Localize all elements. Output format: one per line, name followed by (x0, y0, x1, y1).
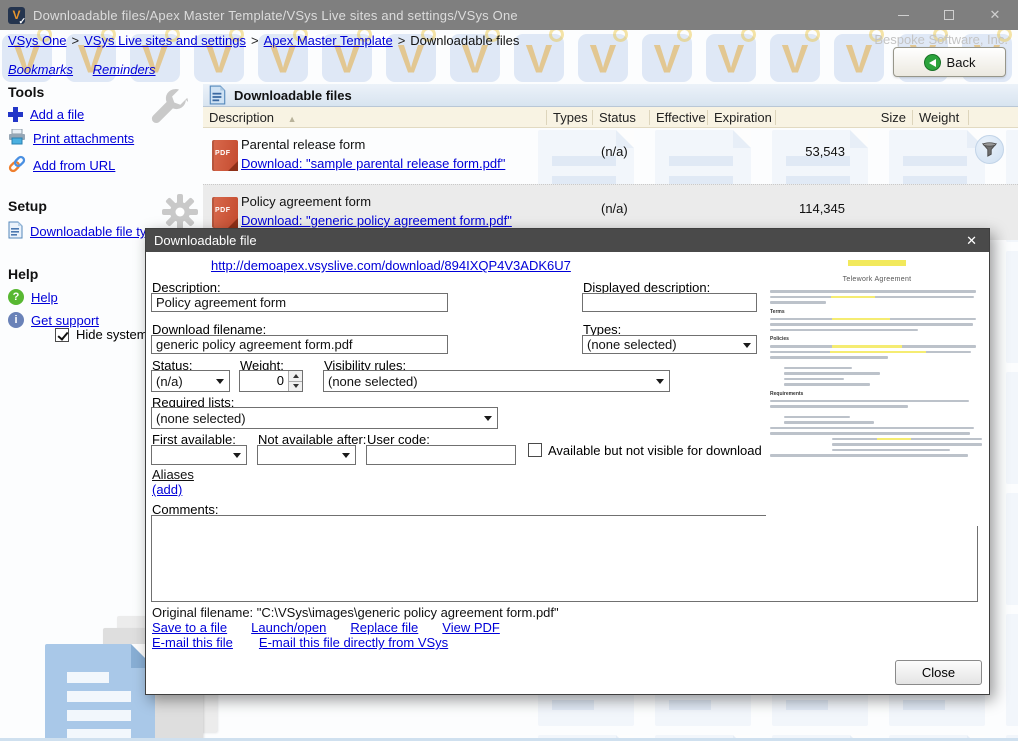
file-size: 53,543 (703, 144, 845, 159)
comments-textarea[interactable] (151, 515, 978, 602)
panel-document-icon (209, 85, 226, 105)
replace-file-link[interactable]: Replace file (350, 620, 418, 635)
dialog-title: Downloadable file (154, 233, 257, 248)
types-dropdown[interactable]: (none selected) (582, 335, 757, 354)
file-download-link[interactable]: Download: "generic policy agreement form… (241, 213, 512, 228)
vsys-logo-icon: V ✓ (8, 7, 25, 24)
help-icon: ? (8, 289, 24, 305)
column-weight[interactable]: Weight (913, 110, 969, 125)
visibility-rules-dropdown[interactable]: (none selected) (323, 370, 670, 392)
breadcrumb: VSys One>VSys Live sites and settings>Ap… (8, 33, 519, 48)
dropdown-arrow-icon (216, 379, 224, 384)
pdf-file-icon: PDF (212, 197, 238, 228)
download-url-link[interactable]: http://demoapex.vsyslive.com/download/89… (211, 258, 571, 273)
panel-title: Downloadable files (234, 88, 352, 103)
preview-highlight (848, 260, 906, 266)
dropdown-arrow-icon (743, 343, 751, 348)
sidebar-item-add-from-url[interactable]: Add from URL (8, 155, 203, 176)
file-size: 114,345 (703, 201, 845, 216)
back-button[interactable]: Back (893, 47, 1006, 77)
close-button[interactable]: ✕ (972, 0, 1018, 30)
required-lists-dropdown[interactable]: (none selected) (151, 407, 498, 429)
file-table: PDF Parental release form Download: "sam… (203, 128, 1018, 240)
spinner-down-icon[interactable] (289, 381, 302, 392)
app-window: V ✓ Downloadable files/Apex Master Templ… (0, 0, 1018, 741)
column-expiration[interactable]: Expiration (708, 110, 776, 125)
description-input[interactable] (151, 293, 448, 312)
file-status: (n/a) (601, 201, 628, 216)
add-file-icon (8, 107, 23, 122)
document-icon (8, 221, 23, 242)
status-dropdown[interactable]: (n/a) (151, 370, 230, 392)
company-name: Bespoke Software, Inc. (874, 32, 1008, 47)
pdf-file-icon: PDF (212, 140, 238, 171)
breadcrumb-current: Downloadable files (410, 33, 519, 48)
weight-stepper[interactable]: 0 (239, 370, 303, 392)
user-code-input[interactable] (366, 445, 516, 465)
preview-title: Telework Agreement (766, 276, 988, 283)
spinner-up-icon[interactable] (289, 371, 302, 381)
wrench-icon (148, 86, 194, 133)
dropdown-arrow-icon (342, 453, 350, 458)
file-status: (n/a) (601, 144, 628, 159)
breadcrumb-apex-master[interactable]: Apex Master Template (264, 33, 393, 48)
bookmarks-link[interactable]: Bookmarks (8, 62, 73, 77)
original-filename: Original filename: "C:\VSys\images\gener… (152, 605, 559, 620)
file-description: Policy agreement form (241, 194, 371, 209)
launch-open-link[interactable]: Launch/open (251, 620, 326, 635)
dropdown-arrow-icon (233, 453, 241, 458)
dialog-close-icon[interactable]: ✕ (962, 233, 981, 249)
dropdown-arrow-icon (656, 379, 664, 384)
dialog-titlebar: Downloadable file ✕ (146, 229, 989, 252)
minimize-button[interactable] (880, 0, 926, 30)
dropdown-arrow-icon (484, 416, 492, 421)
link-chain-icon (8, 155, 26, 176)
hide-system-files-checkbox[interactable] (55, 328, 69, 342)
download-filename-input[interactable] (151, 335, 448, 354)
pdf-preview-thumbnail: Telework Agreement Terms Policies Requir… (766, 256, 988, 526)
column-size[interactable]: Size (776, 110, 913, 125)
table-row-parental-release[interactable]: PDF Parental release form Download: "sam… (203, 128, 1018, 184)
first-available-dropdown[interactable] (151, 445, 247, 465)
reminders-link[interactable]: Reminders (93, 62, 156, 77)
breadcrumb-vsys-live[interactable]: VSys Live sites and settings (84, 33, 246, 48)
window-titlebar: V ✓ Downloadable files/Apex Master Templ… (0, 0, 1018, 30)
displayed-description-input[interactable] (582, 293, 757, 312)
email-file-link[interactable]: E-mail this file (152, 635, 233, 650)
file-description: Parental release form (241, 137, 365, 152)
column-status[interactable]: Status (593, 110, 650, 125)
column-effective[interactable]: Effective (650, 110, 708, 125)
column-description[interactable]: Description ▲ (203, 110, 547, 125)
maximize-button[interactable] (926, 0, 972, 30)
view-pdf-link[interactable]: View PDF (442, 620, 500, 635)
aliases-label: Aliases (152, 467, 194, 482)
printer-icon (8, 129, 26, 148)
downloadable-file-dialog: Downloadable file ✕ http://demoapex.vsys… (145, 228, 990, 695)
filter-funnel-button[interactable] (975, 135, 1004, 164)
back-arrow-icon (924, 54, 941, 71)
panel-header: Downloadable files (203, 84, 1018, 107)
email-file-directly-link[interactable]: E-mail this file directly from VSys (259, 635, 448, 650)
column-types[interactable]: Types (547, 110, 593, 125)
sort-ascending-icon: ▲ (288, 114, 297, 124)
available-not-visible-checkbox[interactable] (528, 443, 542, 457)
aliases-add-link[interactable]: (add) (152, 482, 182, 497)
breadcrumb-vsys-one[interactable]: VSys One (8, 33, 67, 48)
file-download-link[interactable]: Download: "sample parental release form.… (241, 156, 505, 171)
table-column-header: Description ▲ Types Status Effective Exp… (203, 107, 1018, 128)
save-to-file-link[interactable]: Save to a file (152, 620, 227, 635)
dialog-close-button[interactable]: Close (895, 660, 982, 685)
not-available-after-dropdown[interactable] (257, 445, 356, 465)
info-icon: i (8, 312, 24, 328)
window-title: Downloadable files/Apex Master Template/… (33, 8, 518, 23)
